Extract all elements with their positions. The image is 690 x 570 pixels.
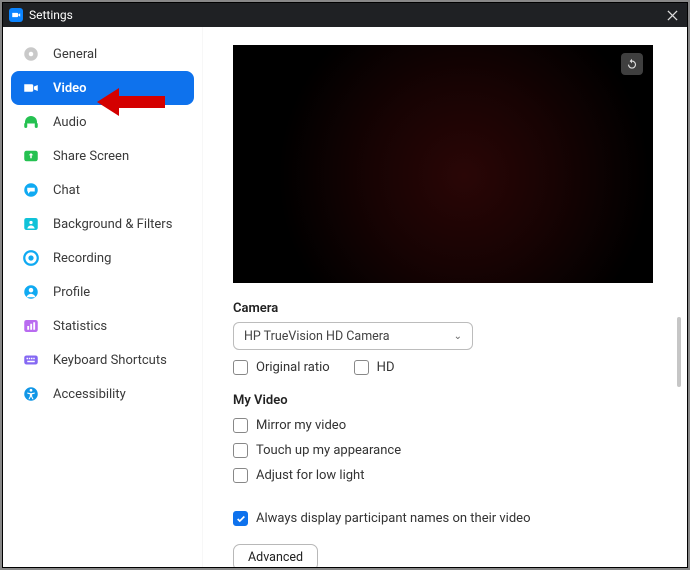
sidebar-item-label: Chat [53,183,80,198]
touchup-checkbox[interactable]: Touch up my appearance [233,443,657,458]
main-panel: Camera HP TrueVision HD Camera ⌄ Origina… [203,27,687,567]
sidebar-item-statistics[interactable]: Statistics [11,309,194,343]
checkbox-label: HD [377,360,395,375]
sidebar-item-label: Statistics [53,319,107,334]
sidebar-item-audio[interactable]: Audio [11,105,194,139]
share-screen-icon [21,146,41,166]
sidebar-item-label: Recording [53,251,111,266]
checkbox-label: Original ratio [256,360,330,375]
sidebar-item-general[interactable]: General [11,37,194,71]
rotate-camera-button[interactable] [621,53,643,75]
camera-select-value: HP TrueVision HD Camera [244,329,390,344]
hd-checkbox[interactable]: HD [354,360,395,375]
sidebar-item-label: Accessibility [53,387,126,402]
headphones-icon [21,112,41,132]
camera-section-label: Camera [233,301,657,316]
keyboard-icon [21,350,41,370]
accessibility-icon [21,384,41,404]
titlebar: Settings [3,3,687,27]
statistics-icon [21,316,41,336]
advanced-button[interactable]: Advanced [233,544,318,567]
video-icon [21,78,41,98]
camera-select[interactable]: HP TrueVision HD Camera ⌄ [233,322,473,350]
sidebar-item-label: Keyboard Shortcuts [53,353,167,368]
sidebar-item-label: Background & Filters [53,217,172,232]
sidebar-item-accessibility[interactable]: Accessibility [11,377,194,411]
chevron-down-icon: ⌄ [454,331,462,342]
original-ratio-checkbox[interactable]: Original ratio [233,360,330,375]
video-preview [233,45,653,283]
checkbox-icon [233,360,248,375]
sidebar-item-label: Audio [53,115,86,130]
checkbox-icon [233,418,248,433]
checkbox-icon [233,468,248,483]
sidebar-item-label: Share Screen [53,149,129,164]
sidebar-item-video[interactable]: Video [11,71,194,105]
always-names-checkbox[interactable]: Always display participant names on thei… [233,511,657,526]
my-video-section-label: My Video [233,393,657,408]
mirror-checkbox[interactable]: Mirror my video [233,418,657,433]
checkbox-icon [354,360,369,375]
sidebar-item-label: Profile [53,285,90,300]
sidebar: General Video Audio Share Screen [3,27,203,567]
lowlight-checkbox[interactable]: Adjust for low light [233,468,657,483]
profile-icon [21,282,41,302]
app-icon [9,8,23,22]
gear-icon [21,44,41,64]
recording-icon [21,248,41,268]
window-title: Settings [29,8,73,22]
sidebar-item-label: Video [53,81,87,96]
checkbox-label: Always display participant names on thei… [256,511,530,526]
scrollbar[interactable] [677,317,681,387]
checkbox-icon [233,443,248,458]
sidebar-item-chat[interactable]: Chat [11,173,194,207]
checkbox-label: Touch up my appearance [256,443,401,458]
sidebar-item-profile[interactable]: Profile [11,275,194,309]
checkbox-label: Mirror my video [256,418,346,433]
background-icon [21,214,41,234]
sidebar-item-recording[interactable]: Recording [11,241,194,275]
sidebar-item-keyboard[interactable]: Keyboard Shortcuts [11,343,194,377]
checkbox-icon [233,511,248,526]
sidebar-item-background[interactable]: Background & Filters [11,207,194,241]
button-label: Advanced [248,550,303,565]
close-button[interactable] [663,6,681,24]
checkbox-label: Adjust for low light [256,468,364,483]
sidebar-item-share-screen[interactable]: Share Screen [11,139,194,173]
chat-icon [21,180,41,200]
sidebar-item-label: General [53,47,97,62]
